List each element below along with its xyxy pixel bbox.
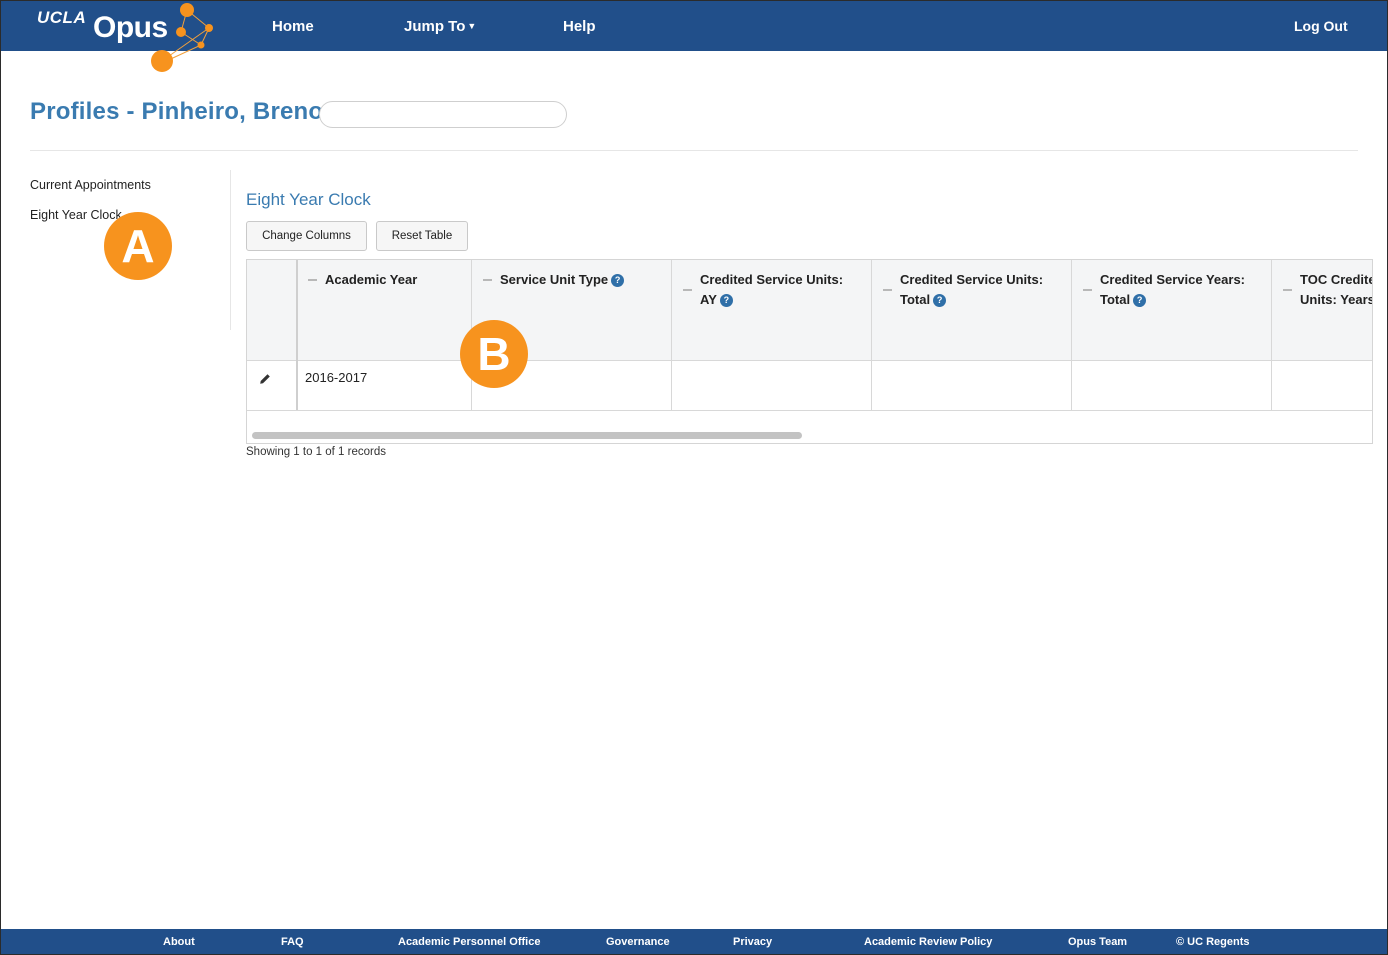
footer-link-about[interactable]: About xyxy=(163,936,195,948)
chevron-down-icon: ▼ xyxy=(467,21,477,31)
footer-link-privacy[interactable]: Privacy xyxy=(733,936,772,948)
top-navbar: UCLA Opus Home Jump To ▼ Help Log Out xyxy=(1,1,1387,72)
nav-home-link[interactable]: Home xyxy=(272,18,314,35)
column-header-label: Academic Year xyxy=(325,272,418,287)
row-divider xyxy=(247,410,1372,411)
nav-jump-to-label: Jump To xyxy=(404,18,466,35)
header-divider xyxy=(30,150,1358,151)
callout-badge-b: B xyxy=(460,320,528,388)
column-header-credited-service-units-total[interactable]: Credited Service Units: Total? xyxy=(900,270,1043,310)
nav-help-link[interactable]: Help xyxy=(563,18,596,35)
column-header-toc-credited-units-years[interactable]: TOC Credited Units: Years xyxy=(1300,270,1373,310)
help-icon[interactable]: ? xyxy=(611,274,625,287)
column-header-label-line2: AY xyxy=(700,292,717,307)
sidebar-divider xyxy=(230,170,231,330)
column-header-credited-service-years-total[interactable]: Credited Service Years: Total? xyxy=(1100,270,1245,310)
footer-link-faq[interactable]: FAQ xyxy=(281,936,304,948)
column-header-label: Credited Service Years: xyxy=(1100,272,1246,287)
section-title: Eight Year Clock xyxy=(246,190,371,209)
help-icon[interactable]: ? xyxy=(933,294,947,307)
edit-pencil-icon[interactable] xyxy=(259,373,271,385)
footer-copyright: © UC Regents xyxy=(1176,936,1250,948)
column-header-academic-year[interactable]: Academic Year xyxy=(325,270,417,290)
column-divider xyxy=(296,260,298,410)
help-icon[interactable]: ? xyxy=(719,294,733,307)
column-divider xyxy=(1271,260,1272,410)
page-title: Profiles - Pinheiro, Breno xyxy=(30,98,324,125)
column-header-label-line2: Units: Years xyxy=(1300,292,1373,307)
footer-link-academic-personnel-office[interactable]: Academic Personnel Office xyxy=(398,936,540,948)
reset-table-button[interactable]: Reset Table xyxy=(376,221,468,251)
column-handle-icon[interactable] xyxy=(483,279,492,281)
column-handle-icon[interactable] xyxy=(1083,289,1092,291)
footer-link-academic-review-policy[interactable]: Academic Review Policy xyxy=(864,936,992,948)
column-header-label: Service Unit Type xyxy=(500,272,609,287)
nav-jump-to-menu[interactable]: Jump To ▼ xyxy=(404,18,476,35)
column-header-label-line2: Total xyxy=(1100,292,1131,307)
profile-search-input[interactable] xyxy=(319,101,567,128)
column-handle-icon[interactable] xyxy=(308,279,317,281)
column-divider xyxy=(671,260,672,410)
eight-year-clock-table: Academic Year Service Unit Type? Credite… xyxy=(246,259,1373,444)
footer-link-governance[interactable]: Governance xyxy=(606,936,670,948)
column-header-label: TOC Credited xyxy=(1300,272,1372,287)
help-icon[interactable]: ? xyxy=(1133,294,1147,307)
sidebar-item-current-appointments[interactable]: Current Appointments xyxy=(30,178,151,192)
sidebar-item-eight-year-clock[interactable]: Eight Year Clock xyxy=(30,208,122,222)
cell-academic-year: 2016-2017 xyxy=(305,370,368,385)
column-handle-icon[interactable] xyxy=(883,289,892,291)
logout-link[interactable]: Log Out xyxy=(1294,18,1348,34)
opus-network-logo-icon xyxy=(151,3,213,72)
change-columns-button[interactable]: Change Columns xyxy=(246,221,367,251)
row-divider xyxy=(247,360,1372,361)
footer-bar: About FAQ Academic Personnel Office Gove… xyxy=(1,929,1387,954)
horizontal-scrollbar[interactable] xyxy=(252,432,802,439)
window-frame xyxy=(0,0,1388,955)
column-divider xyxy=(1071,260,1072,410)
logo-ucla-text: UCLA xyxy=(37,8,87,27)
column-header-label: Credited Service Units: xyxy=(900,272,1044,287)
column-header-label: Credited Service Units: xyxy=(700,272,844,287)
callout-badge-a: A xyxy=(104,212,172,280)
column-header-credited-service-units-ay[interactable]: Credited Service Units: AY? xyxy=(700,270,843,310)
column-header-label-line2: Total xyxy=(900,292,931,307)
column-header-service-unit-type[interactable]: Service Unit Type? xyxy=(500,270,625,290)
column-handle-icon[interactable] xyxy=(1283,289,1292,291)
column-handle-icon[interactable] xyxy=(683,289,692,291)
footer-link-opus-team[interactable]: Opus Team xyxy=(1068,936,1127,948)
column-divider xyxy=(871,260,872,410)
records-count: Showing 1 to 1 of 1 records xyxy=(246,446,386,458)
